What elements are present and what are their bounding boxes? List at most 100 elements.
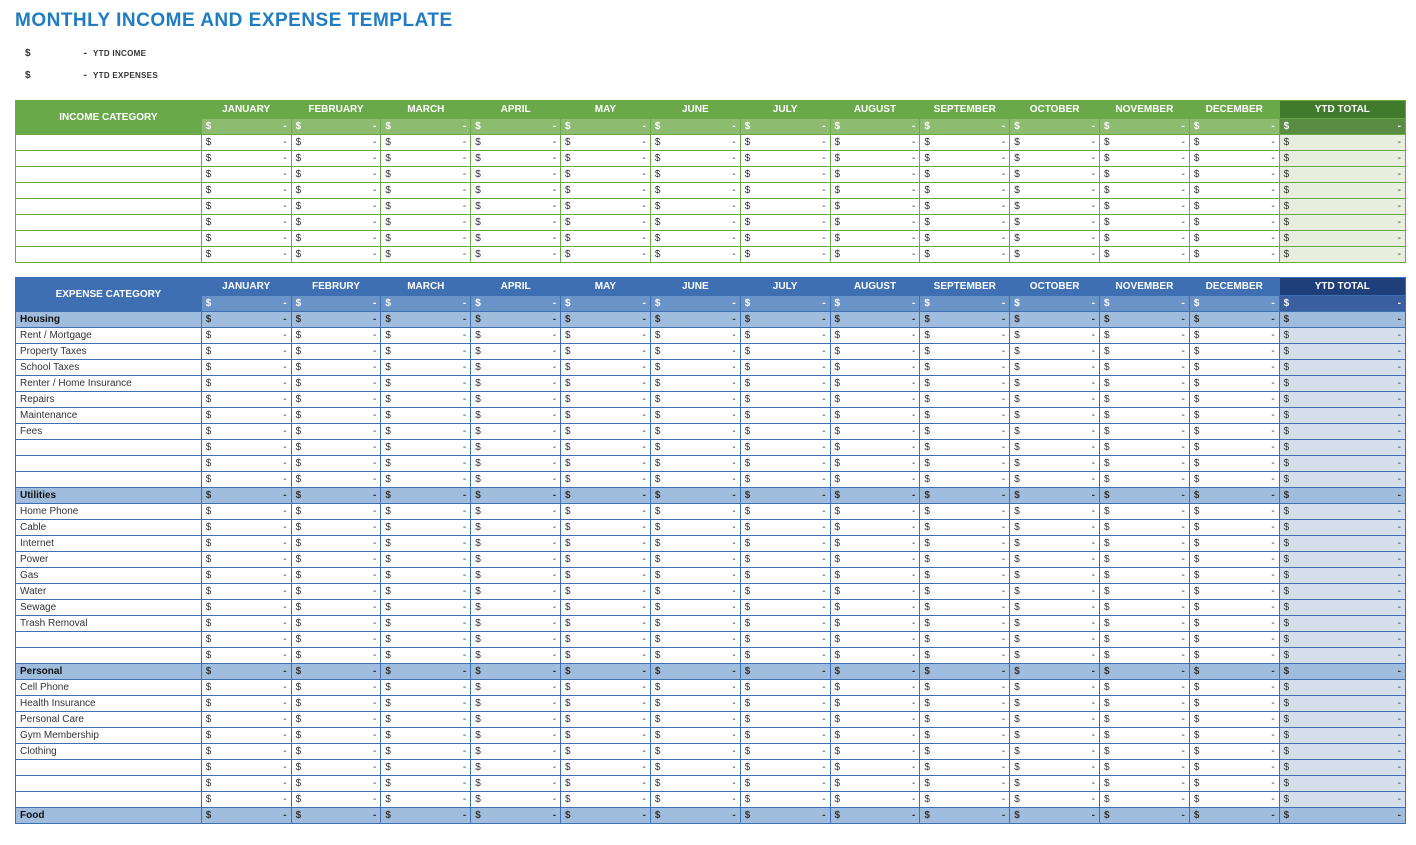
row-label[interactable] <box>16 792 202 808</box>
money-cell[interactable]: $- <box>740 440 830 456</box>
money-cell[interactable]: $- <box>1189 744 1279 760</box>
money-cell[interactable]: $- <box>1189 504 1279 520</box>
money-cell[interactable]: $- <box>201 167 291 183</box>
money-cell[interactable]: $- <box>1010 776 1100 792</box>
row-label[interactable]: Personal Care <box>16 712 202 728</box>
money-cell[interactable]: $- <box>740 760 830 776</box>
money-cell[interactable]: $- <box>830 792 920 808</box>
money-cell[interactable]: $- <box>1100 680 1190 696</box>
money-cell[interactable]: $- <box>1010 520 1100 536</box>
money-cell[interactable]: $- <box>650 648 740 664</box>
row-label[interactable] <box>16 456 202 472</box>
money-cell[interactable]: $- <box>1010 616 1100 632</box>
money-cell[interactable]: $- <box>291 392 381 408</box>
money-cell[interactable]: $- <box>650 392 740 408</box>
money-cell[interactable]: $- <box>740 504 830 520</box>
money-cell[interactable]: $- <box>1100 712 1190 728</box>
money-cell[interactable]: $- <box>830 215 920 231</box>
money-cell[interactable]: $- <box>650 696 740 712</box>
money-cell[interactable]: $- <box>1010 183 1100 199</box>
money-cell[interactable]: $- <box>740 360 830 376</box>
money-cell[interactable]: $- <box>381 696 471 712</box>
money-cell[interactable]: $- <box>561 728 651 744</box>
money-cell[interactable]: $- <box>291 360 381 376</box>
money-cell[interactable]: $- <box>920 456 1010 472</box>
money-cell[interactable]: $- <box>291 504 381 520</box>
row-label[interactable]: Health Insurance <box>16 696 202 712</box>
money-cell[interactable]: $- <box>201 183 291 199</box>
money-cell[interactable]: $- <box>381 328 471 344</box>
money-cell[interactable]: $- <box>1189 552 1279 568</box>
money-cell[interactable]: $- <box>471 760 561 776</box>
money-cell[interactable]: $- <box>1010 472 1100 488</box>
money-cell[interactable]: $- <box>1010 247 1100 263</box>
money-cell[interactable]: $- <box>1189 712 1279 728</box>
money-cell[interactable]: $- <box>1100 424 1190 440</box>
money-cell[interactable]: $- <box>1189 456 1279 472</box>
money-cell[interactable]: $- <box>830 568 920 584</box>
money-cell[interactable]: $- <box>650 231 740 247</box>
money-cell[interactable]: $- <box>561 712 651 728</box>
money-cell[interactable]: $- <box>561 584 651 600</box>
money-cell[interactable]: $- <box>830 552 920 568</box>
money-cell[interactable]: $- <box>381 360 471 376</box>
money-cell[interactable]: $- <box>381 151 471 167</box>
money-cell[interactable]: $- <box>920 472 1010 488</box>
money-cell[interactable]: $- <box>471 696 561 712</box>
row-label[interactable]: Clothing <box>16 744 202 760</box>
money-cell[interactable]: $- <box>381 392 471 408</box>
money-cell[interactable]: $- <box>740 680 830 696</box>
money-cell[interactable]: $- <box>650 600 740 616</box>
money-cell[interactable]: $- <box>291 616 381 632</box>
money-cell[interactable]: $- <box>561 360 651 376</box>
money-cell[interactable]: $- <box>740 151 830 167</box>
money-cell[interactable]: $- <box>1189 520 1279 536</box>
money-cell[interactable]: $- <box>1010 151 1100 167</box>
money-cell[interactable]: $- <box>471 199 561 215</box>
money-cell[interactable]: $- <box>920 504 1010 520</box>
money-cell[interactable]: $- <box>291 328 381 344</box>
row-label[interactable]: Internet <box>16 536 202 552</box>
money-cell[interactable]: $- <box>740 600 830 616</box>
money-cell[interactable]: $- <box>561 408 651 424</box>
money-cell[interactable]: $- <box>1189 584 1279 600</box>
money-cell[interactable]: $- <box>381 760 471 776</box>
money-cell[interactable]: $- <box>920 584 1010 600</box>
money-cell[interactable]: $- <box>1189 151 1279 167</box>
money-cell[interactable]: $- <box>201 728 291 744</box>
money-cell[interactable]: $- <box>1100 408 1190 424</box>
money-cell[interactable]: $- <box>471 328 561 344</box>
money-cell[interactable]: $- <box>291 376 381 392</box>
money-cell[interactable]: $- <box>830 696 920 712</box>
money-cell[interactable]: $- <box>1100 568 1190 584</box>
money-cell[interactable]: $- <box>381 680 471 696</box>
money-cell[interactable]: $- <box>561 616 651 632</box>
money-cell[interactable]: $- <box>381 231 471 247</box>
money-cell[interactable]: $- <box>561 199 651 215</box>
money-cell[interactable]: $- <box>1010 392 1100 408</box>
money-cell[interactable]: $- <box>561 792 651 808</box>
money-cell[interactable]: $- <box>471 472 561 488</box>
money-cell[interactable]: $- <box>830 536 920 552</box>
money-cell[interactable]: $- <box>201 504 291 520</box>
money-cell[interactable]: $- <box>381 552 471 568</box>
money-cell[interactable]: $- <box>920 408 1010 424</box>
money-cell[interactable]: $- <box>1189 135 1279 151</box>
money-cell[interactable]: $- <box>561 151 651 167</box>
money-cell[interactable]: $- <box>381 247 471 263</box>
money-cell[interactable]: $- <box>650 632 740 648</box>
row-label[interactable] <box>16 215 202 231</box>
money-cell[interactable]: $- <box>1189 648 1279 664</box>
money-cell[interactable]: $- <box>740 392 830 408</box>
money-cell[interactable]: $- <box>920 600 1010 616</box>
money-cell[interactable]: $- <box>1100 231 1190 247</box>
money-cell[interactable]: $- <box>650 199 740 215</box>
money-cell[interactable]: $- <box>201 199 291 215</box>
money-cell[interactable]: $- <box>201 520 291 536</box>
money-cell[interactable]: $- <box>1189 392 1279 408</box>
money-cell[interactable]: $- <box>1010 199 1100 215</box>
money-cell[interactable]: $- <box>830 744 920 760</box>
money-cell[interactable]: $- <box>740 424 830 440</box>
money-cell[interactable]: $- <box>830 760 920 776</box>
money-cell[interactable]: $- <box>201 344 291 360</box>
